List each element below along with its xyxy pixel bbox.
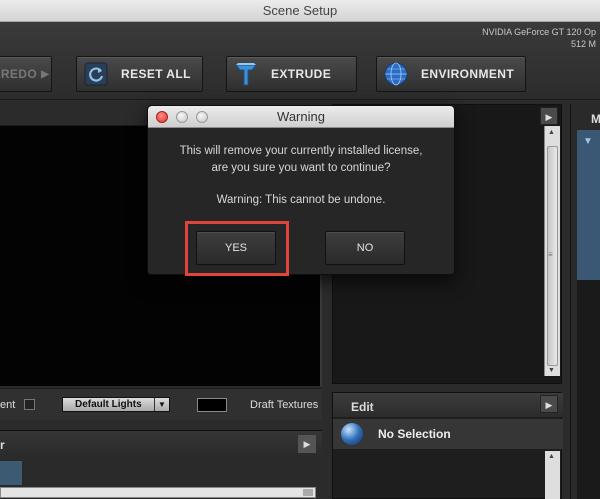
extrude-button[interactable]: EXTRUDE xyxy=(226,56,357,92)
yes-highlight-box xyxy=(185,221,289,276)
gpu-info: NVIDIA GeForce GT 120 Op 512 M xyxy=(482,26,596,50)
scroll-up-icon[interactable]: ▲ xyxy=(548,129,555,136)
triangle-down-icon: ▼ xyxy=(583,136,593,147)
globe-icon xyxy=(383,61,409,87)
extrude-icon xyxy=(233,61,259,87)
lights-dropdown-value: Default Lights xyxy=(75,399,142,410)
reset-all-label: RESET ALL xyxy=(121,67,191,81)
edit-panel-arrow-icon[interactable]: ▶ xyxy=(540,395,558,413)
edit-scrollbar[interactable]: ▲ xyxy=(545,451,560,499)
bottom-left-panel: r ▶ xyxy=(0,430,322,499)
toolbar: NVIDIA GeForce GT 120 Op 512 M REDO ▶ RE… xyxy=(0,22,600,100)
window-title: Scene Setup xyxy=(262,3,338,18)
selected-list-item[interactable] xyxy=(0,461,22,485)
no-button[interactable]: NO xyxy=(325,231,405,265)
maximize-icon[interactable] xyxy=(196,111,208,123)
panel-expand-arrow-icon[interactable]: ▶ xyxy=(298,435,316,453)
gpu-name: NVIDIA GeForce GT 120 Op xyxy=(482,27,596,37)
scrollbar-grip-icon: ≡ xyxy=(548,250,553,259)
redo-button[interactable]: REDO ▶ xyxy=(0,56,52,92)
horizontal-scrollbar[interactable] xyxy=(0,487,316,498)
dialog-message: This will remove your currently installe… xyxy=(148,143,454,177)
close-icon[interactable] xyxy=(156,111,168,123)
dialog-message-line-2: are you sure you want to continue? xyxy=(211,162,391,174)
sphere-icon xyxy=(341,423,363,445)
redo-arrow-icon: ▶ xyxy=(41,68,50,80)
right-panel: M ▼ xyxy=(570,104,600,499)
middle-panel-arrow-icon[interactable]: ▶ xyxy=(540,107,558,125)
dialog-title: Warning xyxy=(277,109,325,124)
right-panel-title: M xyxy=(591,112,600,126)
right-panel-selected-item[interactable]: ▼ xyxy=(577,130,600,280)
vertical-scrollbar[interactable]: ▲ ≡ ▼ xyxy=(544,126,560,376)
redo-label: REDO xyxy=(0,67,38,81)
dialog-titlebar: Warning xyxy=(148,106,454,128)
edit-panel-title: Edit xyxy=(351,400,374,414)
draft-textures-label: Draft Textures xyxy=(250,399,319,411)
scrollbar-thumb[interactable] xyxy=(303,489,313,496)
environment-label: ENVIRONMENT xyxy=(421,67,515,81)
options-checkbox[interactable] xyxy=(24,399,35,410)
viewport-options-bar: ent Default Lights ▼ Draft Textures xyxy=(0,388,322,420)
color-swatch[interactable] xyxy=(197,398,227,412)
edit-panel: Edit No Selection ▲ xyxy=(332,392,563,499)
bottom-left-header: r ▶ xyxy=(0,431,322,457)
extrude-label: EXTRUDE xyxy=(271,67,332,81)
gpu-memory: 512 M xyxy=(570,39,596,49)
selection-status: No Selection xyxy=(378,427,451,441)
right-panel-list xyxy=(577,280,600,499)
edit-panel-header: Edit xyxy=(333,393,563,417)
dialog-warning-text: Warning: This cannot be undone. xyxy=(216,194,386,206)
bottom-left-title: r xyxy=(0,438,5,452)
lights-dropdown[interactable]: Default Lights ▼ xyxy=(62,397,170,412)
environment-button[interactable]: ENVIRONMENT xyxy=(376,56,526,92)
dialog-message-line-1: This will remove your currently installe… xyxy=(179,145,423,157)
minimize-icon[interactable] xyxy=(176,111,188,123)
scroll-up-icon[interactable]: ▲ xyxy=(548,453,555,460)
edit-selection-row[interactable]: No Selection xyxy=(333,419,563,449)
chevron-down-icon: ▼ xyxy=(154,398,169,411)
reset-all-button[interactable]: RESET ALL xyxy=(76,56,203,92)
scroll-down-icon[interactable]: ▼ xyxy=(548,367,555,374)
window-titlebar: Scene Setup xyxy=(0,0,600,22)
options-left-label: ent xyxy=(0,399,16,411)
reset-icon xyxy=(83,61,109,87)
